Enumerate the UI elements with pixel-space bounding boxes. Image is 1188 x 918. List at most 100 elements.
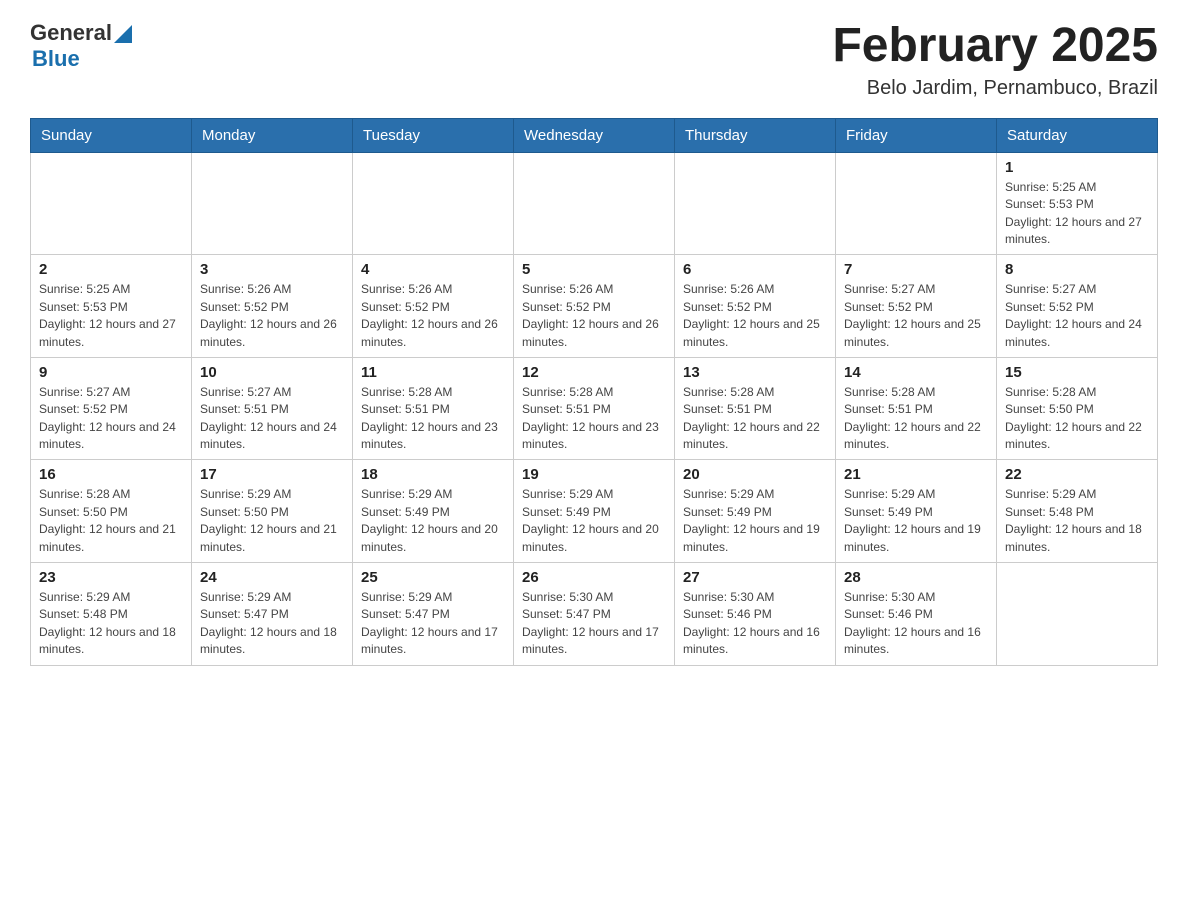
day-number: 26 (522, 569, 666, 586)
day-info: Sunrise: 5:25 AMSunset: 5:53 PMDaylight:… (39, 281, 183, 351)
calendar-day-cell: 3 Sunrise: 5:26 AMSunset: 5:52 PMDaylight… (192, 255, 353, 358)
calendar-subtitle: Belo Jardim, Pernambuco, Brazil (832, 77, 1158, 100)
calendar-day-cell: 11 Sunrise: 5:28 AMSunset: 5:51 PMDayligh… (353, 357, 514, 460)
calendar-day-cell: 26 Sunrise: 5:30 AMSunset: 5:47 PMDayligh… (514, 563, 675, 666)
calendar-day-cell: 18 Sunrise: 5:29 AMSunset: 5:49 PMDayligh… (353, 460, 514, 563)
calendar-day-cell: 6 Sunrise: 5:26 AMSunset: 5:52 PMDaylight… (675, 255, 836, 358)
day-info: Sunrise: 5:28 AMSunset: 5:50 PMDaylight:… (1005, 384, 1149, 454)
day-number: 24 (200, 569, 344, 586)
day-of-week-header: Wednesday (514, 118, 675, 152)
day-info: Sunrise: 5:29 AMSunset: 5:49 PMDaylight:… (844, 486, 988, 556)
day-info: Sunrise: 5:30 AMSunset: 5:47 PMDaylight:… (522, 589, 666, 659)
day-info: Sunrise: 5:29 AMSunset: 5:50 PMDaylight:… (200, 486, 344, 556)
day-number: 19 (522, 466, 666, 483)
day-info: Sunrise: 5:30 AMSunset: 5:46 PMDaylight:… (844, 589, 988, 659)
day-number: 25 (361, 569, 505, 586)
day-of-week-header: Sunday (31, 118, 192, 152)
calendar-day-cell (675, 152, 836, 255)
calendar-week-row: 1Sunrise: 5:25 AMSunset: 5:53 PMDaylight… (31, 152, 1158, 255)
day-number: 13 (683, 364, 827, 381)
day-number: 15 (1005, 364, 1149, 381)
calendar-day-cell: 23 Sunrise: 5:29 AMSunset: 5:48 PMDayligh… (31, 563, 192, 666)
logo-general-text: General (30, 20, 112, 46)
day-info: Sunrise: 5:25 AMSunset: 5:53 PMDaylight:… (1005, 179, 1149, 249)
day-info: Sunrise: 5:28 AMSunset: 5:51 PMDaylight:… (361, 384, 505, 454)
calendar-day-cell: 24Sunrise: 5:29 AMSunset: 5:47 PMDayligh… (192, 563, 353, 666)
calendar-day-cell: 14 Sunrise: 5:28 AMSunset: 5:51 PMDayligh… (836, 357, 997, 460)
day-number: 6 (683, 261, 827, 278)
day-number: 16 (39, 466, 183, 483)
day-number: 18 (361, 466, 505, 483)
day-info: Sunrise: 5:29 AMSunset: 5:48 PMDaylight:… (1005, 486, 1149, 556)
calendar-day-cell: 20 Sunrise: 5:29 AMSunset: 5:49 PMDayligh… (675, 460, 836, 563)
day-info: Sunrise: 5:29 AMSunset: 5:49 PMDaylight:… (683, 486, 827, 556)
day-number: 11 (361, 364, 505, 381)
day-number: 28 (844, 569, 988, 586)
day-number: 3 (200, 261, 344, 278)
calendar-day-cell: 7Sunrise: 5:27 AMSunset: 5:52 PMDaylight… (836, 255, 997, 358)
day-number: 14 (844, 364, 988, 381)
calendar-header-row: SundayMondayTuesdayWednesdayThursdayFrid… (31, 118, 1158, 152)
day-info: Sunrise: 5:26 AMSunset: 5:52 PMDaylight:… (522, 281, 666, 351)
day-info: Sunrise: 5:28 AMSunset: 5:51 PMDaylight:… (683, 384, 827, 454)
day-info: Sunrise: 5:26 AMSunset: 5:52 PMDaylight:… (200, 281, 344, 351)
day-info: Sunrise: 5:27 AMSunset: 5:52 PMDaylight:… (1005, 281, 1149, 351)
day-info: Sunrise: 5:29 AMSunset: 5:49 PMDaylight:… (522, 486, 666, 556)
calendar-day-cell: 8Sunrise: 5:27 AMSunset: 5:52 PMDaylight… (997, 255, 1158, 358)
calendar-day-cell (836, 152, 997, 255)
calendar-week-row: 9Sunrise: 5:27 AMSunset: 5:52 PMDaylight… (31, 357, 1158, 460)
calendar-week-row: 23 Sunrise: 5:29 AMSunset: 5:48 PMDayligh… (31, 563, 1158, 666)
logo: General Blue (30, 20, 132, 72)
day-of-week-header: Thursday (675, 118, 836, 152)
day-number: 21 (844, 466, 988, 483)
day-number: 4 (361, 261, 505, 278)
day-info: Sunrise: 5:29 AMSunset: 5:49 PMDaylight:… (361, 486, 505, 556)
calendar-day-cell: 9Sunrise: 5:27 AMSunset: 5:52 PMDaylight… (31, 357, 192, 460)
day-info: Sunrise: 5:28 AMSunset: 5:51 PMDaylight:… (522, 384, 666, 454)
calendar-day-cell: 19 Sunrise: 5:29 AMSunset: 5:49 PMDayligh… (514, 460, 675, 563)
calendar-day-cell: 27Sunrise: 5:30 AMSunset: 5:46 PMDayligh… (675, 563, 836, 666)
day-info: Sunrise: 5:27 AMSunset: 5:51 PMDaylight:… (200, 384, 344, 454)
header: General Blue February 2025 Belo Jardim, … (30, 20, 1158, 100)
calendar-day-cell: 12 Sunrise: 5:28 AMSunset: 5:51 PMDayligh… (514, 357, 675, 460)
calendar-day-cell: 25Sunrise: 5:29 AMSunset: 5:47 PMDayligh… (353, 563, 514, 666)
calendar-day-cell (353, 152, 514, 255)
calendar-day-cell (997, 563, 1158, 666)
day-number: 20 (683, 466, 827, 483)
day-of-week-header: Monday (192, 118, 353, 152)
calendar-day-cell (514, 152, 675, 255)
calendar-day-cell: 22 Sunrise: 5:29 AMSunset: 5:48 PMDayligh… (997, 460, 1158, 563)
day-number: 2 (39, 261, 183, 278)
day-number: 23 (39, 569, 183, 586)
day-number: 22 (1005, 466, 1149, 483)
calendar-week-row: 16 Sunrise: 5:28 AMSunset: 5:50 PMDayligh… (31, 460, 1158, 563)
day-number: 9 (39, 364, 183, 381)
title-area: February 2025 Belo Jardim, Pernambuco, B… (832, 20, 1158, 100)
day-info: Sunrise: 5:28 AMSunset: 5:51 PMDaylight:… (844, 384, 988, 454)
calendar-title: February 2025 (832, 20, 1158, 73)
calendar-day-cell: 1Sunrise: 5:25 AMSunset: 5:53 PMDaylight… (997, 152, 1158, 255)
day-of-week-header: Saturday (997, 118, 1158, 152)
calendar-table: SundayMondayTuesdayWednesdayThursdayFrid… (30, 118, 1158, 666)
calendar-day-cell: 4Sunrise: 5:26 AMSunset: 5:52 PMDaylight… (353, 255, 514, 358)
day-of-week-header: Friday (836, 118, 997, 152)
day-number: 10 (200, 364, 344, 381)
calendar-day-cell: 28 Sunrise: 5:30 AMSunset: 5:46 PMDayligh… (836, 563, 997, 666)
calendar-day-cell: 2 Sunrise: 5:25 AMSunset: 5:53 PMDaylight… (31, 255, 192, 358)
day-number: 5 (522, 261, 666, 278)
day-info: Sunrise: 5:27 AMSunset: 5:52 PMDaylight:… (844, 281, 988, 351)
day-info: Sunrise: 5:26 AMSunset: 5:52 PMDaylight:… (683, 281, 827, 351)
calendar-day-cell: 15 Sunrise: 5:28 AMSunset: 5:50 PMDayligh… (997, 357, 1158, 460)
day-number: 12 (522, 364, 666, 381)
calendar-day-cell: 13 Sunrise: 5:28 AMSunset: 5:51 PMDayligh… (675, 357, 836, 460)
calendar-day-cell: 17Sunrise: 5:29 AMSunset: 5:50 PMDayligh… (192, 460, 353, 563)
day-info: Sunrise: 5:29 AMSunset: 5:48 PMDaylight:… (39, 589, 183, 659)
logo-triangle-icon (114, 25, 132, 43)
calendar-day-cell (31, 152, 192, 255)
calendar-day-cell: 10 Sunrise: 5:27 AMSunset: 5:51 PMDayligh… (192, 357, 353, 460)
day-info: Sunrise: 5:28 AMSunset: 5:50 PMDaylight:… (39, 486, 183, 556)
calendar-week-row: 2 Sunrise: 5:25 AMSunset: 5:53 PMDaylight… (31, 255, 1158, 358)
logo-blue-text: Blue (32, 46, 80, 72)
calendar-day-cell: 21 Sunrise: 5:29 AMSunset: 5:49 PMDayligh… (836, 460, 997, 563)
calendar-day-cell: 16 Sunrise: 5:28 AMSunset: 5:50 PMDayligh… (31, 460, 192, 563)
